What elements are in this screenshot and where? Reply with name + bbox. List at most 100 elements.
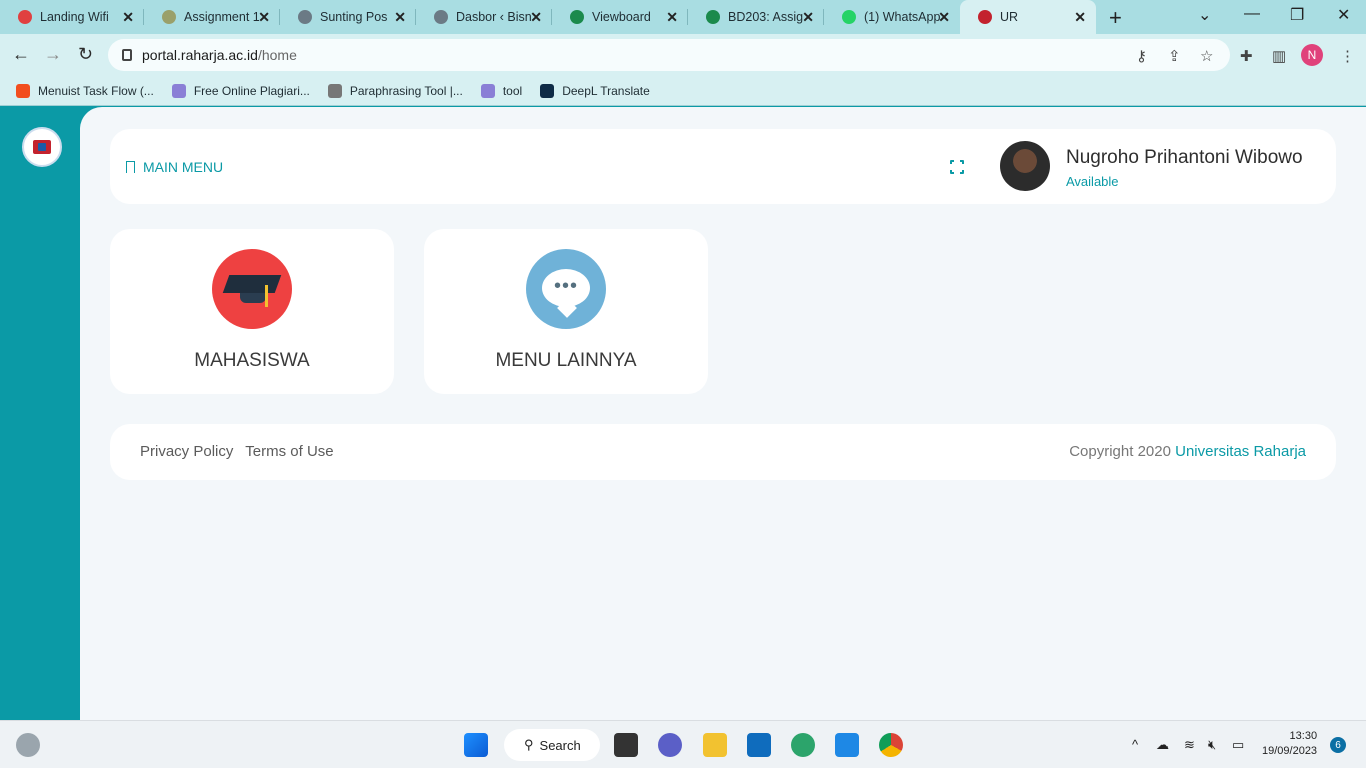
close-icon[interactable]: ✕ [666,9,678,26]
wifi-icon [18,10,32,24]
copyright-text: Copyright 2020 Universitas Raharja [1069,443,1306,460]
bookmark-item[interactable]: Paraphrasing Tool |... [327,83,463,98]
close-icon[interactable]: ✕ [1074,9,1086,26]
tab-whatsapp[interactable]: (1) WhatsApp ✕ [824,0,960,34]
minimize-icon[interactable]: — [1244,5,1260,23]
tab-ur-active[interactable]: UR ✕ [960,0,1096,34]
portal-page: MAIN MENU Nugroho Prihantoni Wibowo Avai… [0,107,1366,720]
money-icon [706,10,720,24]
browser-tab-strip: Landing Wifi ✕ Assignment 1 ✕ Sunting Po… [0,0,1366,34]
close-icon[interactable]: ✕ [394,9,406,26]
money-icon [570,10,584,24]
mail-icon[interactable] [747,733,771,757]
address-bar[interactable]: portal.raharja.ac.id/home [108,39,1230,71]
app-l-icon[interactable] [835,733,859,757]
window-close-icon[interactable]: ✕ [1337,5,1350,25]
share-icon[interactable]: ⇪ [1168,47,1181,65]
profile-avatar[interactable]: N [1301,44,1323,66]
tab-viewboard[interactable]: Viewboard ✕ [552,0,688,34]
page-icon [480,83,495,98]
raharja-favicon-icon [978,10,992,24]
tab-label: Assignment 1 [184,10,260,24]
feather-icon [327,83,342,98]
main-content: MAIN MENU Nugroho Prihantoni Wibowo Avai… [80,107,1366,720]
back-arrow-icon[interactable]: ← [12,44,30,65]
figma-icon [16,83,30,98]
forward-arrow-icon[interactable]: → [44,44,62,65]
kebab-menu-icon[interactable]: ⋮ [1340,47,1355,65]
card-menu-lainnya[interactable]: ••• MENU LAINNYA [424,229,708,394]
user-status: Available [1066,174,1119,189]
tray-chevron-up-icon[interactable]: ^ [1132,737,1138,752]
close-icon[interactable]: ✕ [938,9,950,26]
globe-icon [298,10,312,24]
edge-browser-icon[interactable] [791,733,815,757]
task-view-icon[interactable] [614,733,638,757]
system-clock[interactable]: 13:30 19/09/2023 [1262,729,1317,759]
wifi-icon[interactable]: ≋ [1184,737,1195,753]
tab-label: Dasbor ‹ Bisn [456,10,532,24]
main-menu-label: MAIN MENU [143,159,224,175]
close-icon[interactable]: ✕ [258,9,270,26]
card-mahasiswa[interactable]: MAHASISWA [110,229,394,394]
weather-widget-icon[interactable] [16,733,40,757]
whatsapp-icon [842,10,856,24]
tab-label: Sunting Pos [320,10,388,24]
tab-label: Landing Wifi [40,10,109,24]
user-avatar[interactable] [1000,141,1050,191]
lock-icon[interactable] [122,49,132,61]
bookmark-label: Menuist Task Flow (... [38,83,154,98]
terms-of-use-link[interactable]: Terms of Use [245,443,333,460]
battery-icon[interactable]: ▭ [1232,737,1244,753]
tab-sunting-pos[interactable]: Sunting Pos ✕ [280,0,416,34]
deepl-icon [540,83,555,98]
file-explorer-icon[interactable] [703,733,727,757]
windows-start-icon[interactable] [464,733,488,757]
key-icon[interactable]: ⚷ [1136,47,1147,65]
new-tab-plus-icon[interactable]: + [1109,5,1122,31]
fullscreen-expand-icon[interactable] [949,159,965,175]
close-icon[interactable]: ✕ [530,9,542,26]
globe-icon [434,10,448,24]
bookmark-label: DeepL Translate [562,83,650,98]
bookmark-star-icon[interactable]: ☆ [1200,47,1213,65]
teams-chat-icon[interactable] [658,733,682,757]
brand-link[interactable]: Universitas Raharja [1175,443,1306,460]
bookmark-item[interactable]: tool [480,83,522,98]
copyright-prefix: Copyright 2020 [1069,443,1171,460]
portal-header: MAIN MENU Nugroho Prihantoni Wibowo Avai… [110,129,1336,204]
url-host: portal.raharja.ac.id [142,47,258,63]
bookmark-item[interactable]: Free Online Plagiari... [171,83,310,98]
bookmark-icon [126,161,135,173]
search-label: Search [539,737,581,753]
close-icon[interactable]: ✕ [122,9,134,26]
tab-assignment[interactable]: Assignment 1 ✕ [144,0,280,34]
portal-footer: Privacy Policy Terms of Use Copyright 20… [110,424,1336,480]
chrome-icon[interactable] [879,733,903,757]
bookmark-item[interactable]: DeepL Translate [540,83,650,98]
tab-landing-wifi[interactable]: Landing Wifi ✕ [0,0,144,34]
close-icon[interactable]: ✕ [802,9,814,26]
tab-dasbor[interactable]: Dasbor ‹ Bisn ✕ [416,0,552,34]
reload-icon[interactable]: ↻ [78,44,93,65]
notification-badge[interactable]: 6 [1330,737,1346,753]
bookmark-label: Free Online Plagiari... [193,83,310,98]
main-menu-link[interactable]: MAIN MENU [126,159,223,175]
volume-muted-icon[interactable]: 🔇︎ [1208,737,1216,753]
raharja-logo[interactable] [22,127,62,167]
onedrive-icon[interactable]: ☁ [1156,737,1169,753]
side-panel-icon[interactable]: ▥ [1272,47,1286,65]
bookmark-item[interactable]: Menuist Task Flow (... [16,83,154,98]
search-icon: ⚲ [524,737,534,752]
clock-time: 13:30 [1289,730,1318,742]
card-label: MAHASISWA [194,350,310,371]
bookmarks-bar: Menuist Task Flow (... Free Online Plagi… [0,76,1366,106]
restore-icon[interactable]: ❐ [1290,5,1304,25]
windows-taskbar: ⚲ Search ^ ☁ ≋ 🔇︎ ▭ 13:30 19/09/2023 6 [0,720,1366,768]
extensions-puzzle-icon[interactable]: ✚ [1240,47,1253,65]
user-name: Nugroho Prihantoni Wibowo [1066,147,1303,168]
tab-bd203[interactable]: BD203: Assig ✕ [688,0,824,34]
tab-search-chevron-icon[interactable]: ⌄ [1198,5,1211,25]
privacy-policy-link[interactable]: Privacy Policy [140,443,233,460]
taskbar-search[interactable]: ⚲ Search [504,729,600,761]
